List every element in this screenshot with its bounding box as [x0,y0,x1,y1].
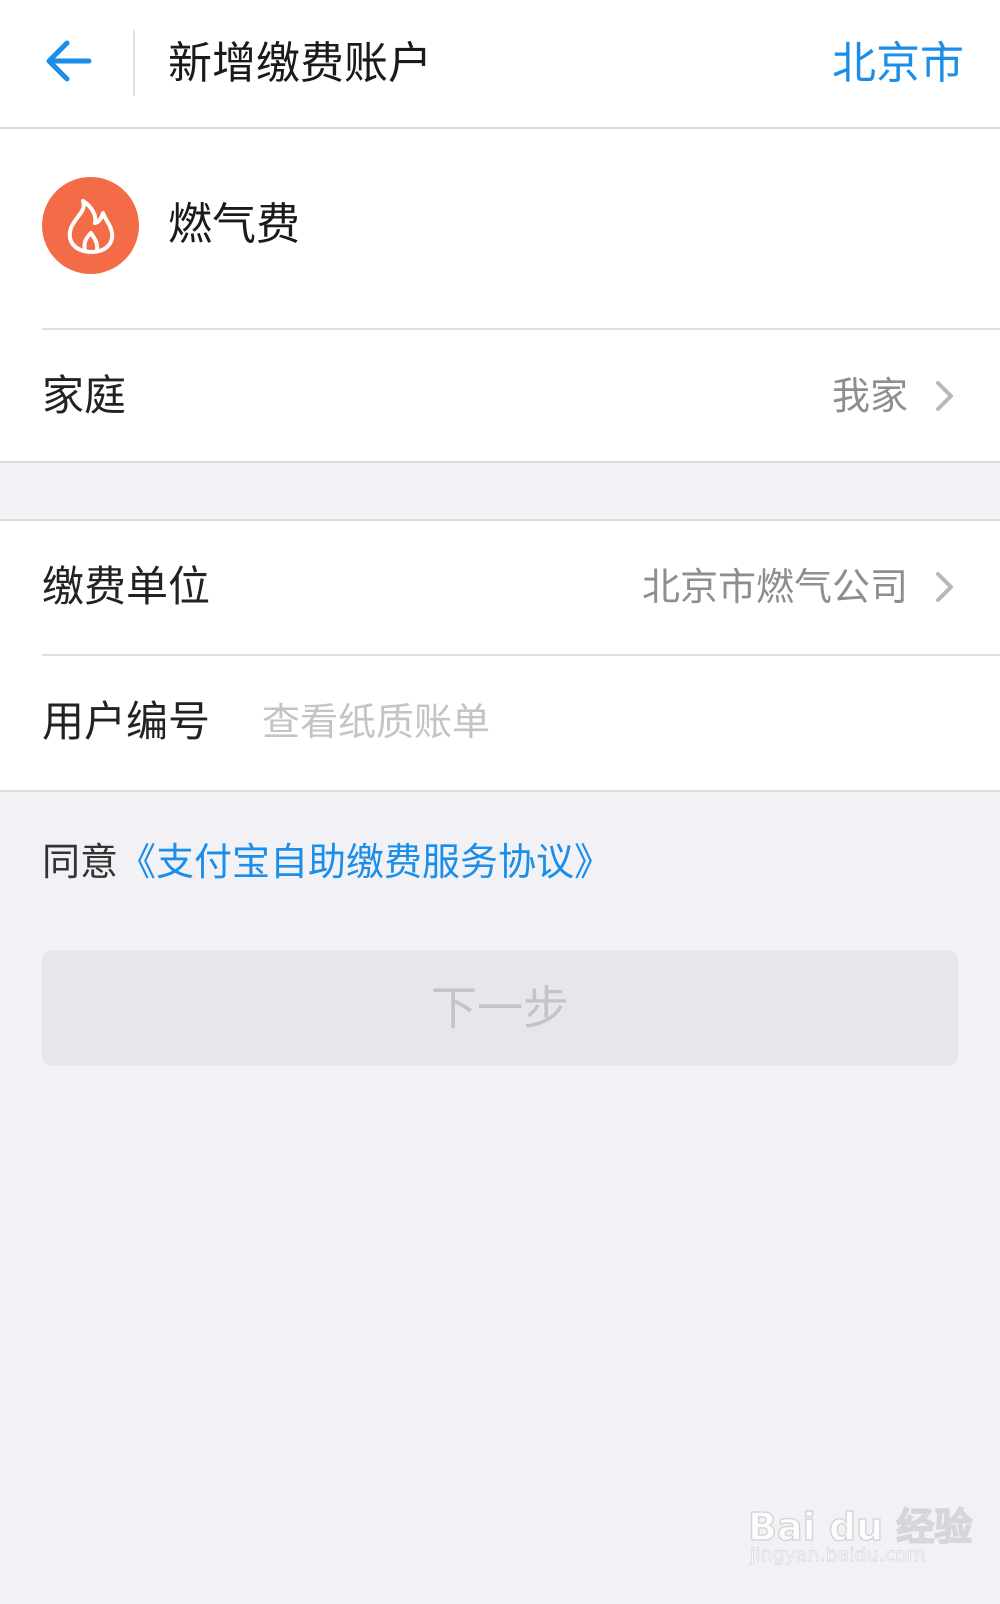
header: 新增缴费账户 北京市 [0,0,1000,129]
flame-icon [42,177,139,274]
company-label: 缴费单位 [42,562,211,611]
company-row[interactable]: 缴费单位 北京市燃气公司 [0,521,1000,654]
agreement-text: 同意《支付宝自助缴费服务协议》 [42,832,612,892]
watermark: Bai du 经验 jingyan.baidu.com [747,1496,973,1586]
chevron-right-icon [930,378,960,414]
chevron-right-icon [930,569,960,605]
watermark-brand: Bai du 经验 [747,1504,973,1550]
family-label: 家庭 [42,371,127,420]
arrow-left-icon [46,40,92,82]
account-number-input[interactable] [262,692,942,752]
account-section: 缴费单位 北京市燃气公司 用户编号 [0,519,1000,792]
agreement-prefix: 同意 [42,840,119,884]
account-number-label: 用户编号 [42,697,211,746]
account-number-row: 用户编号 [0,656,1000,789]
header-divider [133,30,135,96]
family-row[interactable]: 家庭 我家 [0,330,1000,463]
service-row: 燃气费 [0,129,1000,328]
family-value: 我家 [831,374,908,418]
city-selector[interactable]: 北京市 [832,34,964,94]
page-title: 新增缴费账户 [168,38,432,89]
service-section: 燃气费 家庭 我家 [0,129,1000,463]
back-button[interactable] [36,28,102,94]
service-name: 燃气费 [168,199,300,250]
company-value: 北京市燃气公司 [641,565,908,609]
watermark-url: jingyan.baidu.com [750,1544,926,1567]
agreement-link[interactable]: 《支付宝自助缴费服务协议》 [118,840,612,884]
next-step-button[interactable]: 下一步 [42,950,958,1066]
